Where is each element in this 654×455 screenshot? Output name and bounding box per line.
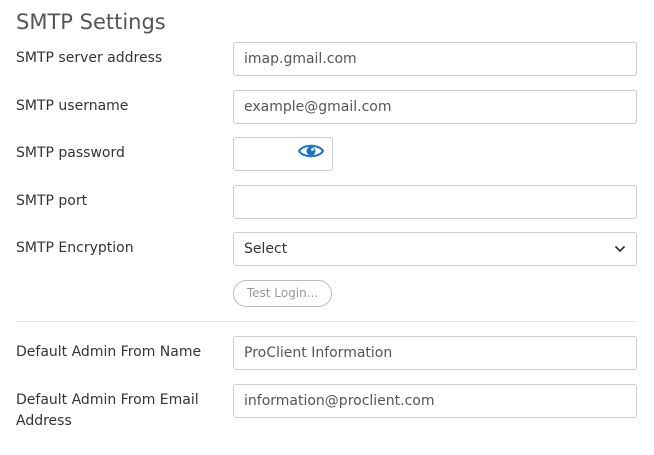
smtp-port-input[interactable] <box>233 185 637 219</box>
page-title: SMTP Settings <box>16 10 166 34</box>
smtp-encryption-selected: Select <box>244 241 288 257</box>
default-from-name-value: ProClient Information <box>244 345 393 361</box>
section-divider <box>16 321 637 322</box>
smtp-server-input[interactable]: imap.gmail.com <box>233 42 637 76</box>
smtp-encryption-select[interactable]: Select <box>233 232 637 266</box>
label-smtp-encryption: SMTP Encryption <box>16 240 134 256</box>
smtp-username-value: example@gmail.com <box>244 99 392 115</box>
eye-icon[interactable] <box>298 141 324 161</box>
smtp-password-input[interactable] <box>233 137 333 171</box>
label-smtp-username: SMTP username <box>16 98 129 114</box>
label-default-from-email: Default Admin From Email Address <box>16 390 199 432</box>
label-default-from-email-line2: Address <box>16 413 72 429</box>
smtp-username-input[interactable]: example@gmail.com <box>233 90 637 124</box>
default-from-email-value: information@proclient.com <box>244 393 435 409</box>
label-smtp-password: SMTP password <box>16 145 125 161</box>
smtp-server-value: imap.gmail.com <box>244 51 357 67</box>
label-smtp-port: SMTP port <box>16 193 88 209</box>
chevron-down-icon <box>615 246 625 252</box>
label-smtp-server: SMTP server address <box>16 50 163 66</box>
default-from-name-input[interactable]: ProClient Information <box>233 336 637 370</box>
label-default-from-name: Default Admin From Name <box>16 344 202 360</box>
label-default-from-email-line1: Default Admin From Email <box>16 392 199 408</box>
default-from-email-input[interactable]: information@proclient.com <box>233 384 637 418</box>
test-login-button[interactable]: Test Login... <box>233 280 332 307</box>
